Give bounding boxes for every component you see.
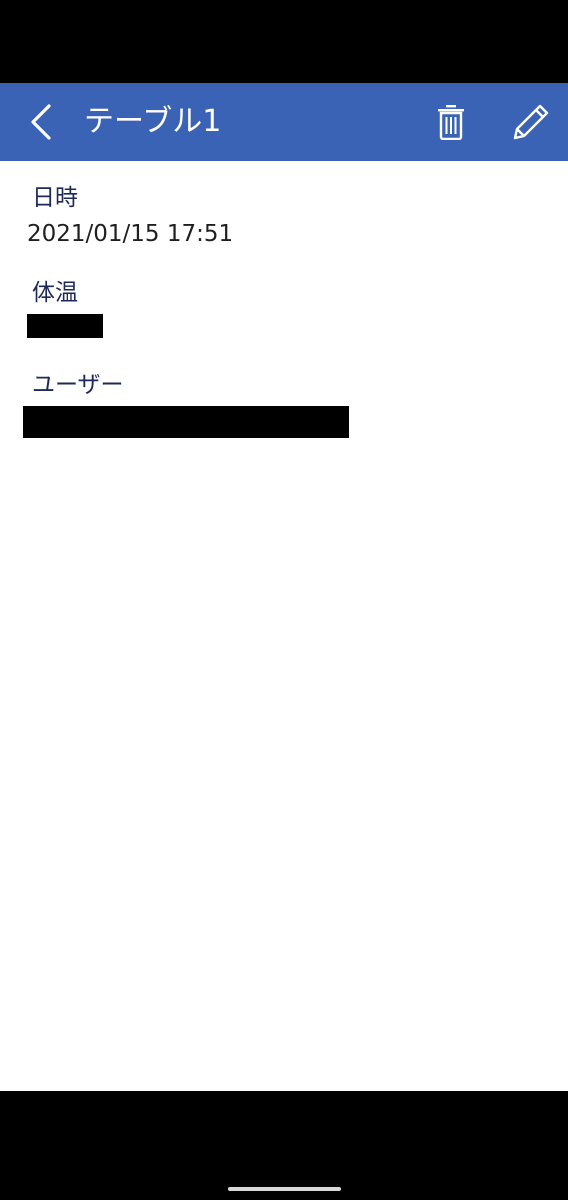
datetime-label: 日時 — [32, 185, 78, 211]
trash-icon — [438, 105, 464, 140]
temperature-label: 体温 — [32, 280, 78, 306]
delete-button[interactable] — [428, 97, 474, 147]
status-bar — [0, 0, 568, 83]
chevron-left-icon — [31, 104, 51, 140]
app-header: テーブル1 — [0, 83, 568, 161]
app-screen: テーブル1 日時 2021/01/15 17:51 体温 ユーザー — [0, 0, 568, 1200]
user-label: ユーザー — [32, 372, 124, 398]
temperature-value-redacted — [27, 314, 103, 338]
edit-button[interactable] — [506, 97, 556, 147]
pencil-icon — [513, 104, 549, 140]
user-value-redacted — [23, 406, 349, 438]
detail-form: 日時 2021/01/15 17:51 体温 ユーザー — [0, 161, 568, 1091]
home-indicator[interactable] — [228, 1187, 341, 1191]
back-button[interactable] — [16, 97, 66, 147]
page-title: テーブル1 — [84, 104, 222, 139]
system-nav-bar — [0, 1091, 568, 1200]
datetime-value: 2021/01/15 17:51 — [27, 221, 234, 247]
